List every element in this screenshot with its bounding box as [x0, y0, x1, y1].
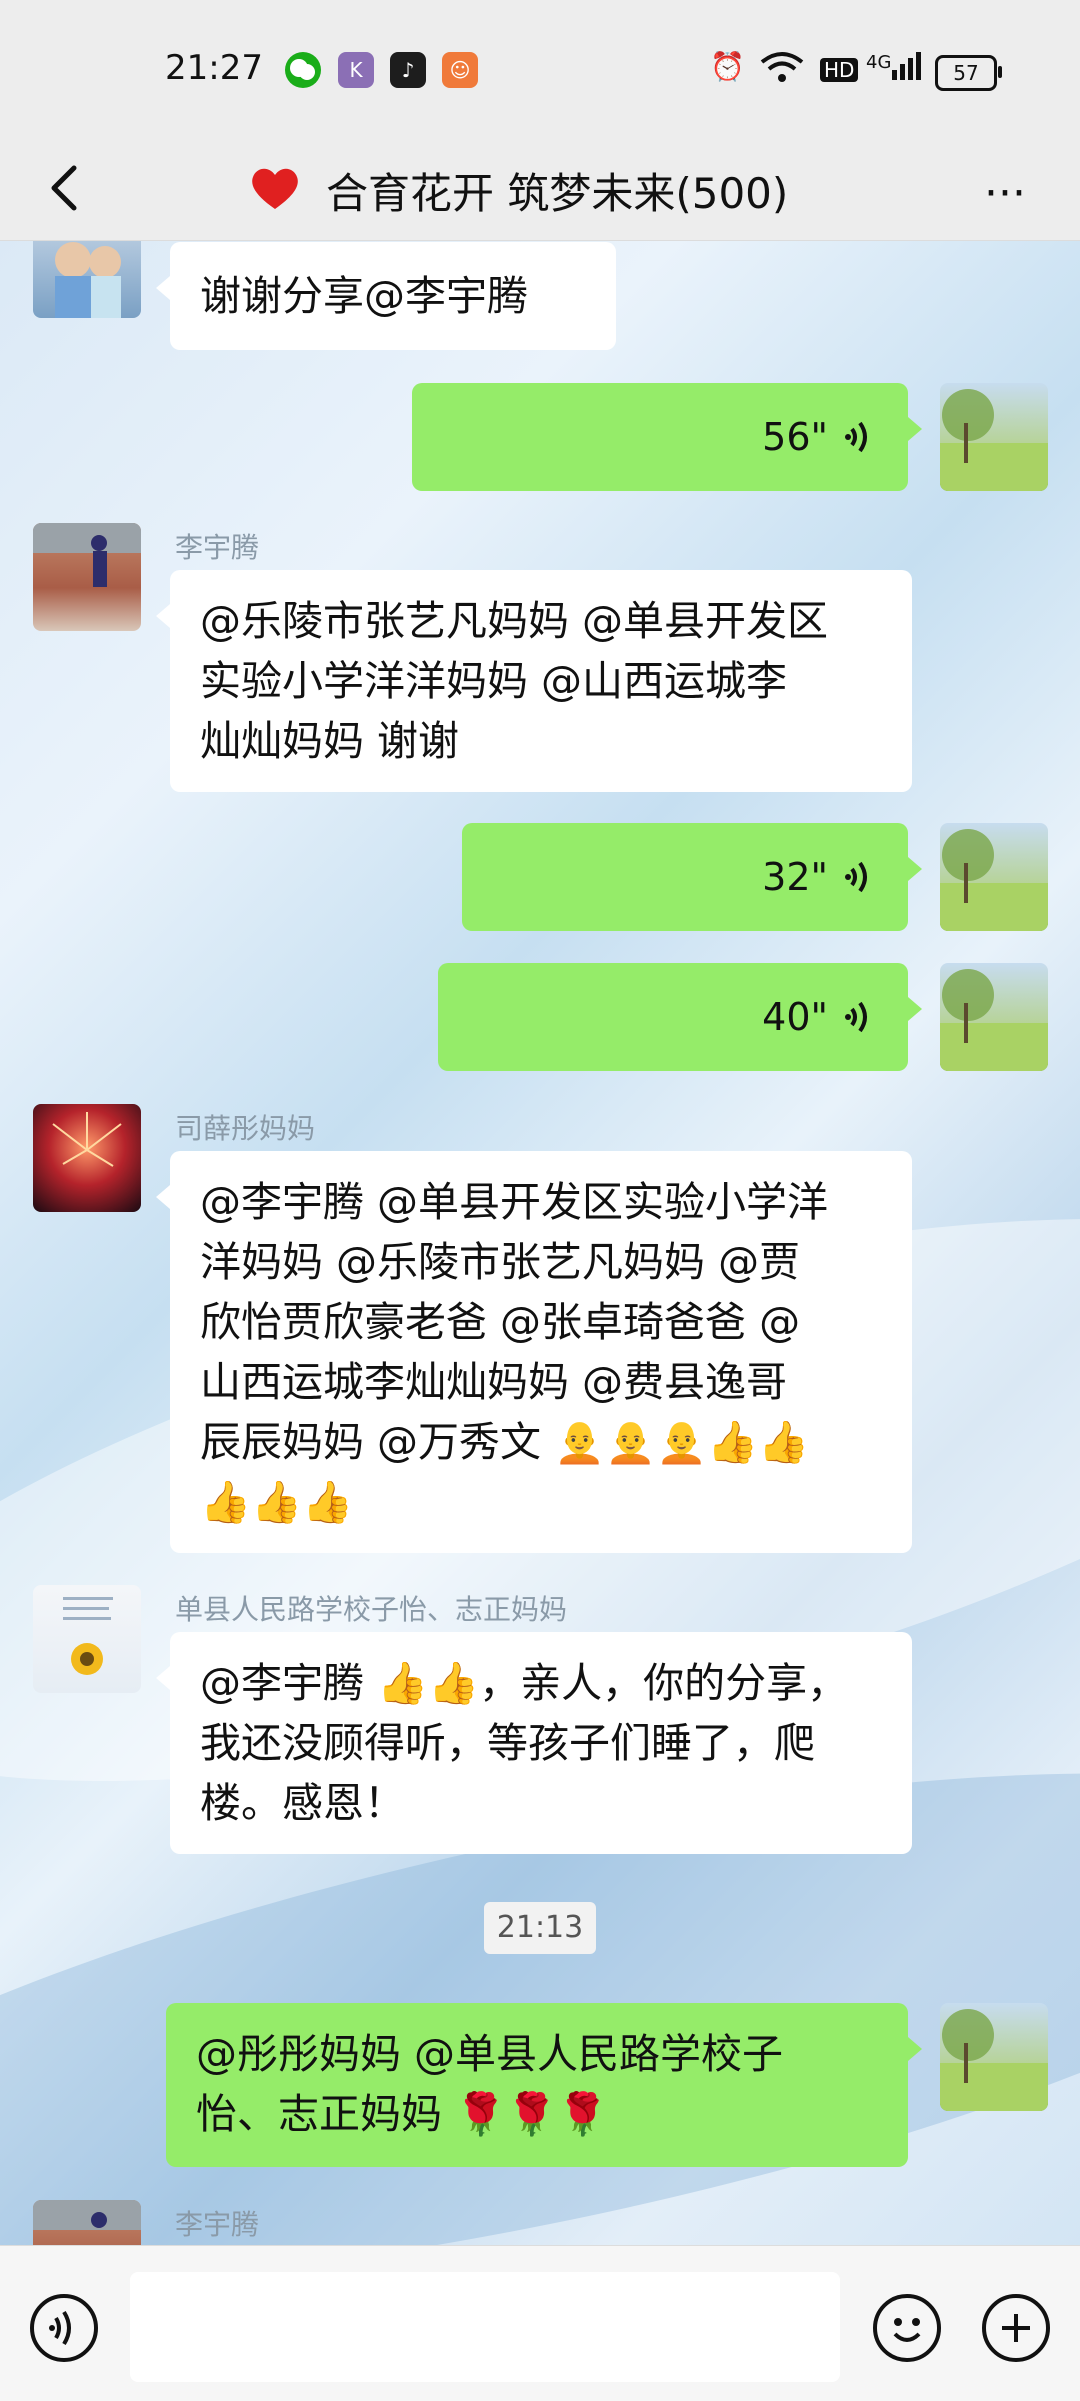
avatar[interactable] — [33, 240, 141, 318]
message-bubble[interactable]: @李宇腾 👍👍，亲人，你的分享， 我还没顾得听，等孩子们睡了，爬 楼。感恩！ — [156, 1632, 912, 1854]
voice-message-bubble[interactable]: 40" — [438, 963, 922, 1071]
sender-name: 单县人民路学校子怡、志正妈妈 — [175, 1593, 568, 1626]
voice-duration: 56" — [762, 415, 828, 459]
voice-input-icon[interactable] — [30, 2294, 98, 2362]
message-line: 灿灿妈妈 谢谢 — [200, 717, 460, 765]
network-label: 4G — [866, 52, 892, 73]
chat-header: 合育花开 筑梦未来(500) ··· — [0, 140, 1080, 241]
signal-icon — [890, 50, 924, 87]
message-line: @李宇腾 @单县开发区实验小学洋 — [200, 1178, 829, 1226]
message-line: 👍👍👍 — [200, 1478, 354, 1526]
more-icon[interactable]: ··· — [975, 168, 1035, 219]
sender-name: 李宇腾 — [175, 2208, 260, 2241]
message-line: 辰辰妈妈 @万秀文 🧑‍🦲🧑‍🦲🧑‍🦲👍👍 — [200, 1418, 810, 1466]
voice-message-bubble[interactable]: 32" — [462, 823, 922, 931]
message-bubble[interactable]: 谢谢分享@李宇腾 — [156, 242, 616, 350]
message-input[interactable] — [130, 2272, 840, 2382]
status-time: 21:27 — [165, 48, 263, 88]
message-line: 洋妈妈 @乐陵市张艺凡妈妈 @贾 — [200, 1238, 801, 1286]
voice-message-bubble[interactable]: 56" — [412, 383, 922, 491]
status-bar: 21:27 K ♪ ☺ ⏰ HD 4G 57 — [0, 0, 1080, 140]
avatar[interactable] — [33, 2200, 141, 2245]
avatar[interactable] — [33, 523, 141, 631]
message-line: 实验小学洋洋妈妈 @山西运城李 — [200, 657, 788, 705]
battery-indicator: 57 — [935, 55, 1002, 91]
avatar[interactable] — [33, 1585, 141, 1693]
heart-icon — [250, 165, 300, 215]
wechat-icon — [285, 52, 321, 88]
chat-title: 合育花开 筑梦未来(500) — [326, 168, 789, 218]
message-line: 山西运城李灿灿妈妈 @费县逸哥 — [200, 1358, 788, 1406]
sender-name: 李宇腾 — [175, 531, 260, 564]
chat-title-group[interactable]: 合育花开 筑梦未来(500) — [250, 160, 788, 220]
back-arrow-icon[interactable] — [40, 158, 100, 218]
voice-duration: 32" — [762, 855, 828, 899]
avatar[interactable] — [33, 1104, 141, 1212]
avatar[interactable] — [940, 2003, 1048, 2111]
tiktok-icon: ♪ — [390, 52, 426, 88]
message-line: 我还没顾得听，等孩子们睡了，爬 — [200, 1719, 815, 1767]
message-bubble[interactable]: @李宇腾 @单县开发区实验小学洋 洋妈妈 @乐陵市张艺凡妈妈 @贾 欣怡贾欣豪老… — [156, 1151, 912, 1553]
message-line: @乐陵市张艺凡妈妈 @单县开发区 — [200, 597, 829, 645]
message-line: @李宇腾 👍👍，亲人，你的分享， — [200, 1659, 849, 1707]
voice-duration: 40" — [762, 995, 828, 1039]
emoji-icon[interactable] — [873, 2294, 941, 2362]
app-k-icon: K — [338, 52, 374, 88]
avatar[interactable] — [940, 823, 1048, 931]
voice-wave-icon — [845, 861, 867, 893]
voice-wave-icon — [845, 421, 867, 453]
voice-wave-icon — [845, 1001, 867, 1033]
avatar[interactable] — [940, 963, 1048, 1071]
plus-icon[interactable] — [982, 2294, 1050, 2362]
avatar[interactable] — [940, 383, 1048, 491]
message-bubble[interactable]: @彤彤妈妈 @单县人民路学校子 怡、志正妈妈 🌹🌹🌹 — [166, 2003, 922, 2167]
hd-badge: HD — [820, 58, 859, 82]
message-line: 楼。感恩！ — [200, 1779, 405, 1827]
app-orange-icon: ☺ — [442, 52, 478, 88]
alarm-icon: ⏰ — [710, 50, 745, 83]
message-line: 怡、志正妈妈 🌹🌹🌹 — [196, 2090, 609, 2138]
input-bar — [0, 2245, 1080, 2401]
message-line: 欣怡贾欣豪老爸 @张卓琦爸爸 @ — [200, 1298, 801, 1346]
message-bubble[interactable]: @乐陵市张艺凡妈妈 @单县开发区 实验小学洋洋妈妈 @山西运城李 灿灿妈妈 谢谢 — [156, 570, 912, 792]
message-line: @彤彤妈妈 @单县人民路学校子 — [196, 2030, 784, 2078]
message-text: 谢谢分享@李宇腾 — [200, 272, 528, 320]
sender-name: 司薛彤妈妈 — [175, 1112, 316, 1145]
chat-area[interactable]: 谢谢分享@李宇腾 56" 李宇腾 @乐陵市张艺凡妈妈 @单县开发区 实验小学洋洋… — [0, 240, 1080, 2245]
timestamp-chip: 21:13 — [484, 1902, 596, 1954]
wifi-icon — [760, 50, 804, 93]
